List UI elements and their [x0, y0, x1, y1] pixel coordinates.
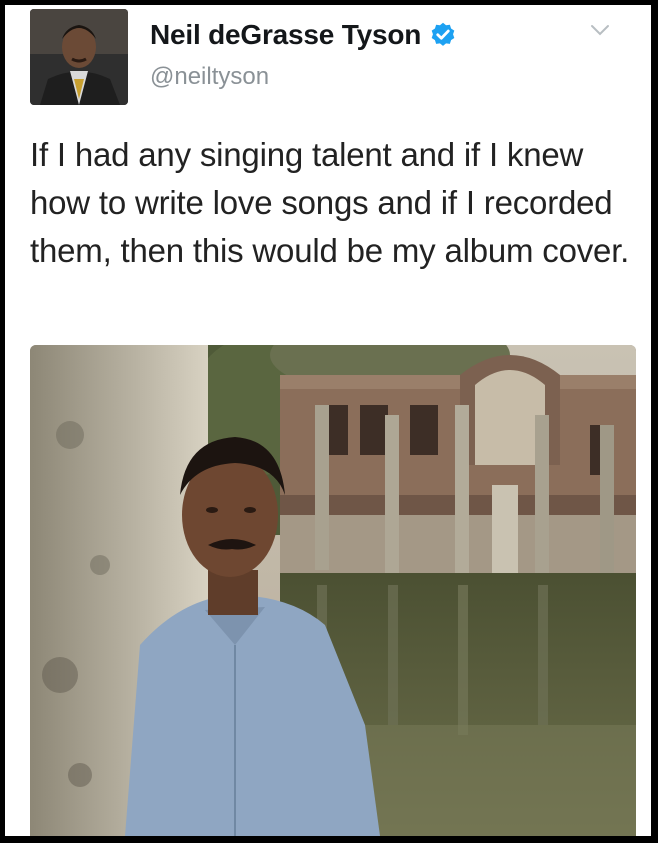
avatar-image: [30, 9, 128, 105]
author-handle[interactable]: @neiltyson: [150, 63, 269, 91]
verified-badge-icon: [431, 22, 455, 46]
avatar[interactable]: [30, 9, 128, 105]
tweet-card: Neil deGrasse Tyson @neiltyson If I had …: [5, 5, 651, 836]
chevron-down-icon[interactable]: [589, 23, 611, 37]
tweet-text: If I had any singing talent and if I kne…: [30, 136, 630, 269]
author-name[interactable]: Neil deGrasse Tyson: [150, 19, 421, 51]
photo-image: [30, 345, 636, 836]
author-row: Neil deGrasse Tyson: [150, 19, 457, 51]
tweet-photo[interactable]: [30, 345, 636, 836]
